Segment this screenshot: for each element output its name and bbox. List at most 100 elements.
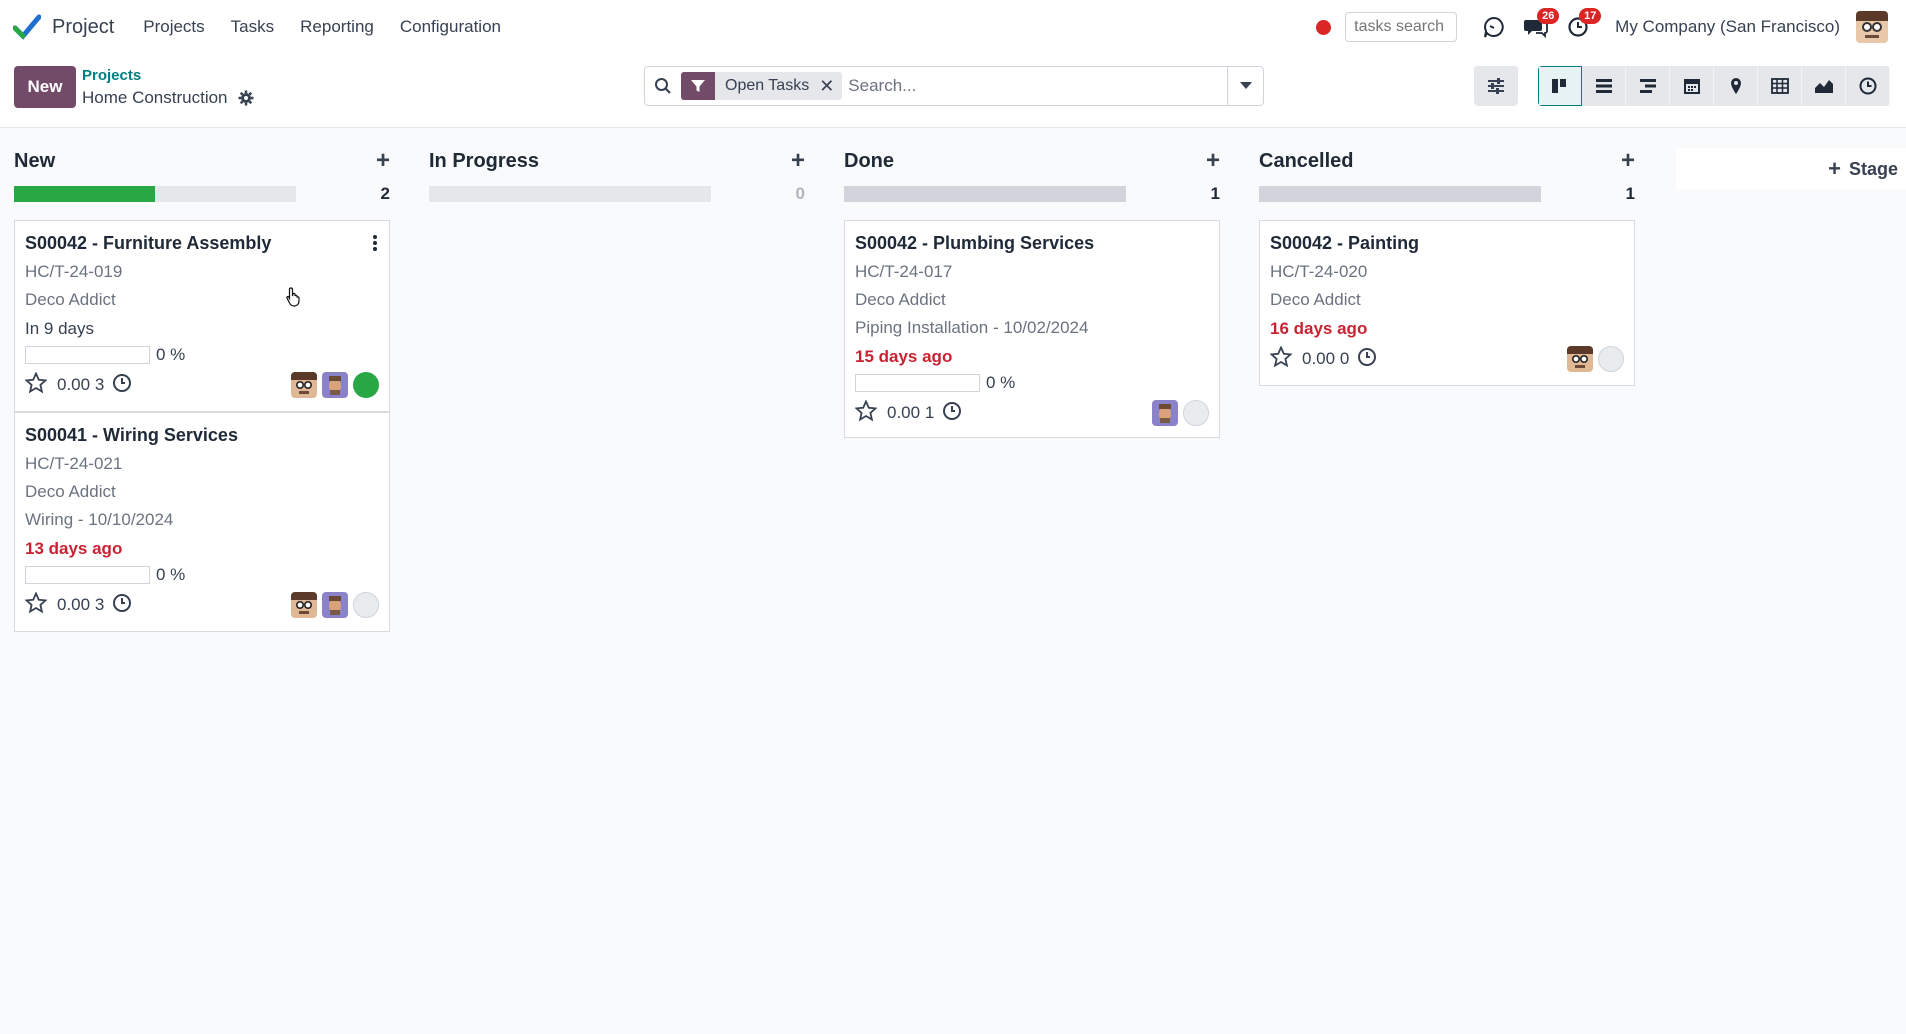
activities-clock-icon[interactable]: 17 bbox=[1563, 8, 1602, 42]
assignee-avatar[interactable] bbox=[1567, 346, 1593, 372]
gantt-view-icon[interactable] bbox=[1626, 66, 1670, 106]
remove-facet-icon[interactable]: ✕ bbox=[819, 76, 842, 97]
list-view-icon[interactable] bbox=[1582, 66, 1626, 106]
menu-reporting[interactable]: Reporting bbox=[287, 17, 387, 37]
activity-clock-icon[interactable] bbox=[112, 593, 132, 618]
calendar-view-icon[interactable] bbox=[1670, 66, 1714, 106]
menu-tasks[interactable]: Tasks bbox=[218, 17, 287, 37]
view-switcher bbox=[1538, 66, 1890, 106]
tasks-search-input[interactable] bbox=[1345, 12, 1458, 42]
activity-clock-icon[interactable] bbox=[942, 401, 962, 426]
recording-indicator[interactable] bbox=[1316, 19, 1332, 35]
status-normal-icon[interactable] bbox=[1183, 400, 1209, 426]
card-title: S00042 - Painting bbox=[1270, 233, 1420, 253]
assignee-avatar[interactable] bbox=[291, 592, 317, 618]
search-icon[interactable] bbox=[645, 77, 681, 95]
plus-icon[interactable]: + bbox=[1621, 149, 1635, 173]
card-progress: 0 % bbox=[25, 345, 379, 365]
assignee-avatar[interactable] bbox=[322, 592, 348, 618]
kanban-card[interactable]: S00042 - Painting HC/T-24-020 Deco Addic… bbox=[1259, 220, 1635, 386]
column-title[interactable]: Cancelled bbox=[1259, 150, 1353, 173]
messages-badge: 26 bbox=[1537, 8, 1560, 24]
star-icon[interactable] bbox=[1269, 344, 1293, 373]
card-assignees bbox=[1147, 400, 1209, 426]
breadcrumb-projects[interactable]: Projects bbox=[82, 67, 141, 84]
card-deadline: In 9 days bbox=[25, 319, 94, 338]
menu-projects[interactable]: Projects bbox=[130, 17, 217, 37]
plus-icon[interactable]: + bbox=[791, 149, 805, 173]
activities-badge: 17 bbox=[1579, 8, 1602, 24]
allocated-hours: 0.00 bbox=[57, 375, 91, 394]
search-input[interactable] bbox=[848, 76, 1209, 96]
activity-view-icon[interactable] bbox=[1846, 66, 1890, 106]
add-stage-button[interactable]: + Stage bbox=[1676, 148, 1906, 190]
hand-cursor-icon bbox=[286, 287, 302, 312]
breadcrumb-current-label: Home Construction bbox=[82, 88, 228, 107]
chevron-down-icon[interactable] bbox=[1227, 67, 1263, 105]
new-button[interactable]: New bbox=[14, 66, 76, 108]
messages-icon[interactable]: 26 bbox=[1521, 8, 1560, 42]
allocated-hours: 0.00 bbox=[887, 403, 921, 422]
card-hours: 0.00 3 bbox=[57, 595, 104, 615]
filter-icon bbox=[681, 72, 715, 100]
column-progressbar[interactable] bbox=[429, 186, 711, 202]
column-count: 1 bbox=[1210, 184, 1220, 203]
progress-fill bbox=[14, 186, 155, 202]
breadcrumb-current: Home Construction bbox=[82, 88, 254, 108]
activity-clock-icon[interactable] bbox=[1357, 347, 1377, 372]
progress-value: 0 % bbox=[986, 373, 1016, 392]
kebab-menu-icon[interactable] bbox=[373, 235, 377, 256]
card-title: S00042 - Furniture Assembly bbox=[25, 233, 272, 253]
odoobot-chat-icon[interactable] bbox=[1479, 12, 1509, 42]
progress-bar bbox=[25, 566, 150, 584]
column-title[interactable]: In Progress bbox=[429, 150, 539, 173]
status-normal-icon[interactable] bbox=[353, 592, 379, 618]
sliders-icon[interactable] bbox=[1474, 66, 1518, 106]
card-title: S00042 - Plumbing Services bbox=[855, 233, 1095, 253]
card-milestone: Wiring - 10/10/2024 bbox=[25, 510, 174, 529]
assignee-avatar[interactable] bbox=[291, 372, 317, 398]
kanban-card[interactable]: S00041 - Wiring Services HC/T-24-021 Dec… bbox=[14, 412, 390, 632]
card-footer: 0.00 1 bbox=[854, 398, 1209, 427]
map-view-icon[interactable] bbox=[1714, 66, 1758, 106]
kanban-card[interactable]: S00042 - Plumbing Services HC/T-24-017 D… bbox=[844, 220, 1220, 438]
card-deadline: 16 days ago bbox=[1270, 319, 1368, 338]
column-progressbar[interactable] bbox=[1259, 186, 1541, 202]
graph-view-icon[interactable] bbox=[1802, 66, 1846, 106]
card-milestone: Piping Installation - 10/02/2024 bbox=[855, 318, 1089, 337]
gear-icon[interactable] bbox=[238, 90, 254, 106]
plus-icon[interactable]: + bbox=[1206, 149, 1220, 173]
star-icon[interactable] bbox=[24, 370, 48, 399]
kanban-card[interactable]: S00042 - Furniture Assembly HC/T-24-019 … bbox=[14, 220, 390, 412]
card-hours: 0.00 1 bbox=[887, 403, 934, 423]
assignee-avatar[interactable] bbox=[1152, 400, 1178, 426]
kanban-view-icon[interactable] bbox=[1538, 66, 1582, 106]
pivot-view-icon[interactable] bbox=[1758, 66, 1802, 106]
card-footer: 0.00 3 bbox=[24, 590, 379, 619]
plus-icon[interactable]: + bbox=[376, 149, 390, 173]
control-panel: New Projects Home Construction Open Task… bbox=[0, 54, 1906, 128]
project-app-icon[interactable] bbox=[12, 12, 42, 42]
column-title[interactable]: New bbox=[14, 150, 55, 173]
menu-configuration[interactable]: Configuration bbox=[387, 17, 514, 37]
status-done-icon[interactable] bbox=[353, 372, 379, 398]
status-normal-icon[interactable] bbox=[1598, 346, 1624, 372]
company-switcher[interactable]: My Company (San Francisco) bbox=[1615, 17, 1840, 37]
column-progressbar[interactable] bbox=[14, 186, 296, 202]
user-avatar[interactable] bbox=[1856, 11, 1888, 43]
card-customer: Deco Addict bbox=[25, 482, 116, 501]
column-header: In Progress + bbox=[429, 149, 805, 180]
star-icon[interactable] bbox=[24, 590, 48, 619]
card-footer: 0.00 0 bbox=[1269, 344, 1624, 373]
app-name[interactable]: Project bbox=[52, 16, 114, 39]
assignee-avatar[interactable] bbox=[322, 372, 348, 398]
column-title[interactable]: Done bbox=[844, 150, 894, 173]
subtask-count: 0 bbox=[1339, 349, 1350, 368]
star-icon[interactable] bbox=[854, 398, 878, 427]
column-header: Cancelled + bbox=[1259, 149, 1635, 180]
app-brand[interactable]: Project bbox=[12, 12, 130, 42]
progress-bar bbox=[855, 374, 980, 392]
card-customer: Deco Addict bbox=[855, 290, 946, 309]
column-progressbar[interactable] bbox=[844, 186, 1126, 202]
activity-clock-icon[interactable] bbox=[112, 373, 132, 398]
